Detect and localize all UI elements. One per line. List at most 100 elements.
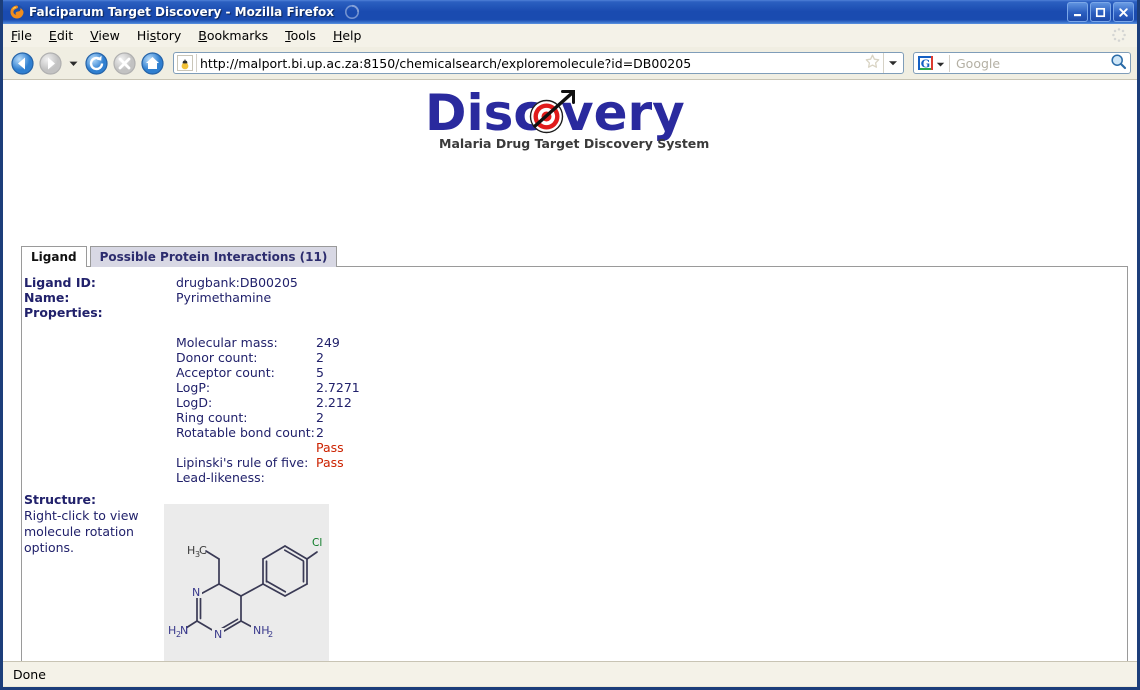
structure-heading: Structure: <box>24 492 96 507</box>
bookmark-star-icon[interactable] <box>864 53 881 74</box>
table-row-ring-count: Ring count: 2 <box>24 410 360 425</box>
table-row-properties-heading: Properties: <box>24 305 360 320</box>
tab-strip: Ligand Possible Protein Interactions (11… <box>21 246 338 267</box>
url-text[interactable]: http://malport.bi.up.ac.za:8150/chemical… <box>200 56 864 71</box>
svg-text:Malaria Drug Target Discovery: Malaria Drug Target Discovery System <box>439 136 709 151</box>
ligand-id-label: Ligand ID: <box>24 275 96 290</box>
status-text: Done <box>13 666 46 682</box>
table-row-lead-likeness: Lead-likeness: <box>24 470 360 485</box>
menu-item-help[interactable]: Help <box>333 28 362 43</box>
spacer-row <box>24 320 360 335</box>
structure-hint: Right-click to view molecule rotation op… <box>24 508 139 555</box>
search-engine-dropdown-icon[interactable] <box>936 54 945 73</box>
tab-possible-protein-interactions[interactable]: Possible Protein Interactions (11) <box>89 246 338 267</box>
prop-label-acceptor-count: Acceptor count: <box>176 365 275 380</box>
ligand-name-label: Name: <box>24 290 70 305</box>
url-bar[interactable]: http://malport.bi.up.ac.za:8150/chemical… <box>173 52 904 74</box>
tab-ligand[interactable]: Ligand <box>21 246 87 267</box>
discovery-logo: Disc very Malaria Drug Target Discovery … <box>3 80 1137 152</box>
home-button[interactable] <box>139 50 165 76</box>
svg-text:N: N <box>192 586 200 599</box>
back-button[interactable] <box>9 50 35 76</box>
loading-throbber-icon <box>343 3 361 21</box>
search-box[interactable]: G Google <box>913 52 1131 74</box>
prop-value-molecular-mass: 249 <box>316 335 340 350</box>
prop-label-lipinski: Lipinski's rule of five: <box>176 455 309 470</box>
prop-label-donor-count: Donor count: <box>176 350 258 365</box>
svg-text:Cl: Cl <box>312 537 322 549</box>
url-dropdown-icon[interactable] <box>883 53 901 73</box>
close-button[interactable] <box>1113 2 1134 22</box>
table-row-name: Name: Pyrimethamine <box>24 290 360 305</box>
window-controls <box>1067 2 1134 22</box>
chevron-down-icon[interactable] <box>65 50 81 76</box>
table-row-donor-count: Donor count: 2 <box>24 350 360 365</box>
table-row-ligand-id: Ligand ID: drugbank:DB00205 <box>24 275 360 290</box>
prop-value-logp: 2.7271 <box>316 380 360 395</box>
table-row-molecular-mass: Molecular mass: 249 <box>24 335 360 350</box>
svg-text:N: N <box>214 628 222 641</box>
table-row-logp: LogP: 2.7271 <box>24 380 360 395</box>
google-icon: G <box>917 55 934 71</box>
menu-bar: File Edit View History Bookmarks Tools H… <box>3 24 1137 47</box>
prop-label-logd: LogD: <box>176 395 213 410</box>
ligand-name-value: Pyrimethamine <box>176 290 272 305</box>
stop-button[interactable] <box>111 50 137 76</box>
prop-label-ring-count: Ring count: <box>176 410 248 425</box>
menu-item-history[interactable]: History <box>137 28 181 43</box>
table-row-logd: LogD: 2.212 <box>24 395 360 410</box>
search-divider <box>949 54 950 72</box>
prop-value-ring-count: 2 <box>316 410 324 425</box>
prop-value-donor-count: 2 <box>316 350 324 365</box>
prop-label-lead-likeness: Lead-likeness: <box>176 470 265 485</box>
prop-value-logd: 2.212 <box>316 395 352 410</box>
table-row-acceptor-count: Acceptor count: 5 <box>24 365 360 380</box>
maximize-button[interactable] <box>1090 2 1111 22</box>
ligand-panel: Ligand ID: drugbank:DB00205 Name: Pyrime… <box>21 266 1128 661</box>
menu-item-tools[interactable]: Tools <box>285 28 316 43</box>
svg-text:very: very <box>561 86 685 142</box>
prop-value-orphan-pass: Pass <box>316 440 344 455</box>
discovery-logo-svg: Disc very Malaria Drug Target Discovery … <box>425 84 709 151</box>
prop-value-lipinski: Pass <box>316 455 344 470</box>
site-favicon-icon <box>177 55 193 71</box>
page-viewport: Disc very Malaria Drug Target Discovery … <box>3 80 1137 661</box>
search-input[interactable]: Google <box>956 56 1110 71</box>
molecule-structure-svg[interactable]: H 3 C Cl N N H 2 N NH 2 <box>164 504 329 661</box>
menu-item-edit[interactable]: Edit <box>49 28 73 43</box>
window-title: Falciparum Target Discovery - Mozilla Fi… <box>29 5 335 19</box>
prop-value-acceptor-count: 5 <box>316 365 324 380</box>
ligand-id-value: drugbank:DB00205 <box>176 275 298 290</box>
prop-label-logp: LogP: <box>176 380 211 395</box>
table-row-orphan-pass: Pass <box>24 440 360 455</box>
prop-label-rotatable-bond-count: Rotatable bond count: <box>176 425 315 440</box>
table-row-lipinski: Lipinski's rule of five: Pass <box>24 455 360 470</box>
svg-text:N: N <box>180 624 188 637</box>
forward-button[interactable] <box>37 50 63 76</box>
svg-text:2: 2 <box>268 630 273 639</box>
svg-text:C: C <box>199 544 207 557</box>
menu-item-file[interactable]: File <box>11 28 32 43</box>
search-icon[interactable] <box>1110 53 1127 74</box>
svg-text:G: G <box>921 57 930 70</box>
menu-item-bookmarks[interactable]: Bookmarks <box>198 28 268 43</box>
prop-value-lead-likeness <box>316 470 360 485</box>
prop-value-rotatable-bond-count: 2 <box>316 425 324 440</box>
minimize-button[interactable] <box>1067 2 1088 22</box>
properties-label: Properties: <box>24 305 103 320</box>
structure-label-block: Structure: Right-click to view molecule … <box>24 492 164 556</box>
menubar-throbber-icon <box>1111 27 1127 47</box>
navigation-toolbar: http://malport.bi.up.ac.za:8150/chemical… <box>3 47 1137 80</box>
title-bar: Falciparum Target Discovery - Mozilla Fi… <box>3 0 1137 24</box>
browser-window: Falciparum Target Discovery - Mozilla Fi… <box>0 0 1140 690</box>
table-row-rotatable-bond-count: Rotatable bond count: 2 <box>24 425 360 440</box>
svg-text:Disc: Disc <box>425 86 543 142</box>
ligand-properties-table: Ligand ID: drugbank:DB00205 Name: Pyrime… <box>24 275 360 485</box>
status-bar: Done <box>3 661 1137 686</box>
prop-label-molecular-mass: Molecular mass: <box>176 335 278 350</box>
url-divider <box>196 54 197 72</box>
molecule-structure-viewer[interactable]: H 3 C Cl N N H 2 N NH 2 <box>164 504 329 661</box>
firefox-icon <box>9 4 25 20</box>
reload-button[interactable] <box>83 50 109 76</box>
menu-item-view[interactable]: View <box>90 28 120 43</box>
